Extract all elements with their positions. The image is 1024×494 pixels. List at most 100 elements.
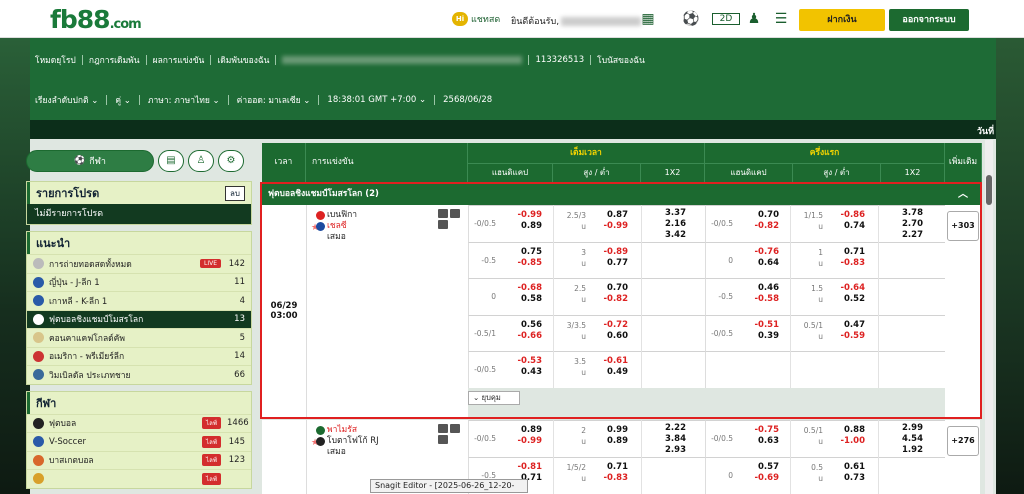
recommended-item[interactable]: ฟุตบอลชิงแชมป์โมสรโลก 13 xyxy=(27,309,251,328)
info-icon[interactable] xyxy=(438,435,448,444)
handicap-home-odds[interactable]: 0.57 xyxy=(745,462,779,473)
language-select[interactable]: ภาษา: ภาษาไทย ⌄ xyxy=(148,93,220,107)
sport-item-count: 1466 xyxy=(227,418,249,429)
over-odds[interactable]: 0.61 xyxy=(829,462,865,473)
1x2-home-odds[interactable]: 2.22 xyxy=(650,423,686,434)
highlight-box xyxy=(260,182,982,419)
handicap-home-odds[interactable]: 0.89 xyxy=(508,425,542,436)
odds-type-select[interactable]: ค่าออด: มาเลเซีย ⌄ xyxy=(237,93,311,107)
odds-divider xyxy=(641,420,642,457)
sports-tab-icon: ⚽ xyxy=(74,156,86,166)
team-crest-icon xyxy=(316,437,325,446)
ft-1x2-header: 1X2 xyxy=(641,163,705,182)
recommended-item[interactable]: การถ่ายทอดสดทั้งหมด LIVE 142 xyxy=(27,254,251,273)
user-icon[interactable]: ♟ xyxy=(746,11,762,27)
recommended-item[interactable]: ญี่ปุ่น - J-ลีก 1 11 xyxy=(27,272,251,292)
over-odds[interactable]: 0.88 xyxy=(829,425,865,436)
chat-label: แชทสด xyxy=(471,15,501,25)
sport-ball-icon xyxy=(33,436,44,448)
match2-home-name: พาไมรัส xyxy=(327,425,358,435)
handicap-line: 0 xyxy=(728,471,733,480)
blurred-info xyxy=(282,56,523,64)
video-icon[interactable] xyxy=(450,424,460,433)
logout-button[interactable]: ออกจากระบบ xyxy=(889,9,969,31)
logo[interactable]: fb88.com xyxy=(50,5,142,34)
favorites-clear-button[interactable]: ลบ xyxy=(225,185,245,201)
match2-away-name: โบตาโฟโก้ RJ xyxy=(327,436,379,446)
sport-item-count: 145 xyxy=(228,436,245,447)
recommended-item-count: 14 xyxy=(234,351,245,362)
recommended-item-count: 11 xyxy=(234,277,245,288)
1x2-away-odds[interactable]: 2.93 xyxy=(650,445,686,456)
pair-select[interactable]: คู่ ⌄ xyxy=(115,93,131,107)
recommended-item[interactable]: อเมริกา - พรีเมียร์ลีก 14 xyxy=(27,346,251,366)
football-odds-icon[interactable]: ⚽ xyxy=(682,11,699,27)
person-icon: ♙ xyxy=(196,155,206,166)
scrollbar-thumb[interactable] xyxy=(986,175,992,205)
sport-item-label: V-Soccer xyxy=(49,436,87,447)
recommended-item[interactable]: คอนคาแคฟโกลด์คัพ 5 xyxy=(27,328,251,347)
nav-euro-mode[interactable]: โหมดยุโรป xyxy=(35,53,76,67)
checklist-icon[interactable]: ☰ xyxy=(773,11,789,27)
tab-betslip[interactable]: ▤ xyxy=(158,150,184,172)
live-chat[interactable]: Hi แชทสด xyxy=(452,12,500,26)
sort-select[interactable]: เรียงลำดับปกติ ⌄ xyxy=(35,93,98,107)
handicap-away-odds[interactable]: 0.63 xyxy=(745,436,779,447)
team-crest-icon xyxy=(316,426,325,435)
background-right xyxy=(994,38,1024,494)
sport-item[interactable]: V-Soccer ไลฟ์ 145 xyxy=(27,432,251,451)
ou-line: 0.5/1 xyxy=(803,426,823,435)
recommended-item-count: 4 xyxy=(239,295,245,306)
tab-sports[interactable]: ⚽ กีฬา xyxy=(26,150,154,172)
2d-icon[interactable]: 2D xyxy=(712,13,740,25)
welcome-label: ยินดีต้อนรับ, xyxy=(511,17,560,27)
deposit-button[interactable]: ฝากเงิน xyxy=(799,9,885,31)
recommended-item[interactable]: เกาหลี - K-ลีก 1 4 xyxy=(27,291,251,310)
favorites-header: รายการโปรด ลบ xyxy=(27,182,251,204)
recommended-item[interactable]: วิมเบิลดัล ประเภทชาย 66 xyxy=(27,365,251,384)
odds-divider xyxy=(878,420,879,457)
clock-select[interactable]: 18:38:01 GMT +7:00 ⌄ xyxy=(327,95,426,105)
over-odds[interactable]: 0.71 xyxy=(592,462,628,473)
sport-item-count: 123 xyxy=(228,455,245,466)
1x2-away-odds[interactable]: 1.92 xyxy=(887,445,923,456)
scrollbar[interactable] xyxy=(985,140,993,494)
odds-divider xyxy=(790,420,791,457)
match-media-icons xyxy=(438,424,462,444)
over-odds[interactable]: 0.99 xyxy=(592,425,628,436)
match2-more-button[interactable]: +276 xyxy=(947,426,979,456)
nav-my-bonus[interactable]: โบนัสของฉัน xyxy=(597,53,645,67)
nav-my-bets[interactable]: เดิมพันของฉัน xyxy=(217,53,269,67)
sport-item[interactable]: ไลฟ์ xyxy=(27,469,251,488)
1x2-draw-odds[interactable]: 4.54 xyxy=(887,434,923,445)
clock-label: 18:38:01 GMT +7:00 xyxy=(327,95,417,105)
nav-rules[interactable]: กฎการเดิมพัน xyxy=(89,53,140,67)
sport-item[interactable]: ฟุตบอล ไลฟ์ 1466 xyxy=(27,413,251,433)
under-odds[interactable]: 0.89 xyxy=(592,436,628,447)
handicap-home-odds[interactable]: -0.81 xyxy=(508,462,543,473)
under-odds[interactable]: -0.83 xyxy=(592,473,629,484)
sports-list: ฟุตบอล ไลฟ์ 1466 V-Soccer ไลฟ์ 145 บาสเกตบอล ไล… xyxy=(27,413,251,488)
logo-tld: .com xyxy=(109,17,142,32)
date-band-label: วันที่ xyxy=(976,127,994,137)
under-odds[interactable]: 0.73 xyxy=(829,473,865,484)
calculator-icon[interactable]: ▦ xyxy=(640,11,656,27)
gear-icon: ⚙ xyxy=(226,155,236,166)
sport-ball-icon xyxy=(33,417,44,429)
ou-line: 0.5 xyxy=(811,463,823,472)
1x2-home-odds[interactable]: 2.99 xyxy=(887,423,923,434)
1x2-draw-odds[interactable]: 3.84 xyxy=(650,434,686,445)
stats-icon[interactable] xyxy=(438,424,448,433)
handicap-away-odds[interactable]: -0.69 xyxy=(745,473,780,484)
nav-results[interactable]: ผลการแข่งขัน xyxy=(153,53,205,67)
left-panel: ⚽ กีฬา ▤ ♙ ⚙ รายการโปรด ลบ ไม่มีรายการโปรด… xyxy=(26,147,252,494)
tab-account[interactable]: ♙ xyxy=(188,150,214,172)
handicap-away-odds[interactable]: -0.99 xyxy=(508,436,543,447)
odds-divider xyxy=(641,457,642,494)
under-odds[interactable]: -1.00 xyxy=(829,436,866,447)
handicap-home-odds[interactable]: -0.75 xyxy=(745,425,780,436)
col-time-header: เวลา xyxy=(262,143,306,182)
recommended-item-label: เกาหลี - K-ลีก 1 xyxy=(49,296,108,307)
sport-item[interactable]: บาสเกตบอล ไลฟ์ 123 xyxy=(27,450,251,470)
tab-settings[interactable]: ⚙ xyxy=(218,150,244,172)
